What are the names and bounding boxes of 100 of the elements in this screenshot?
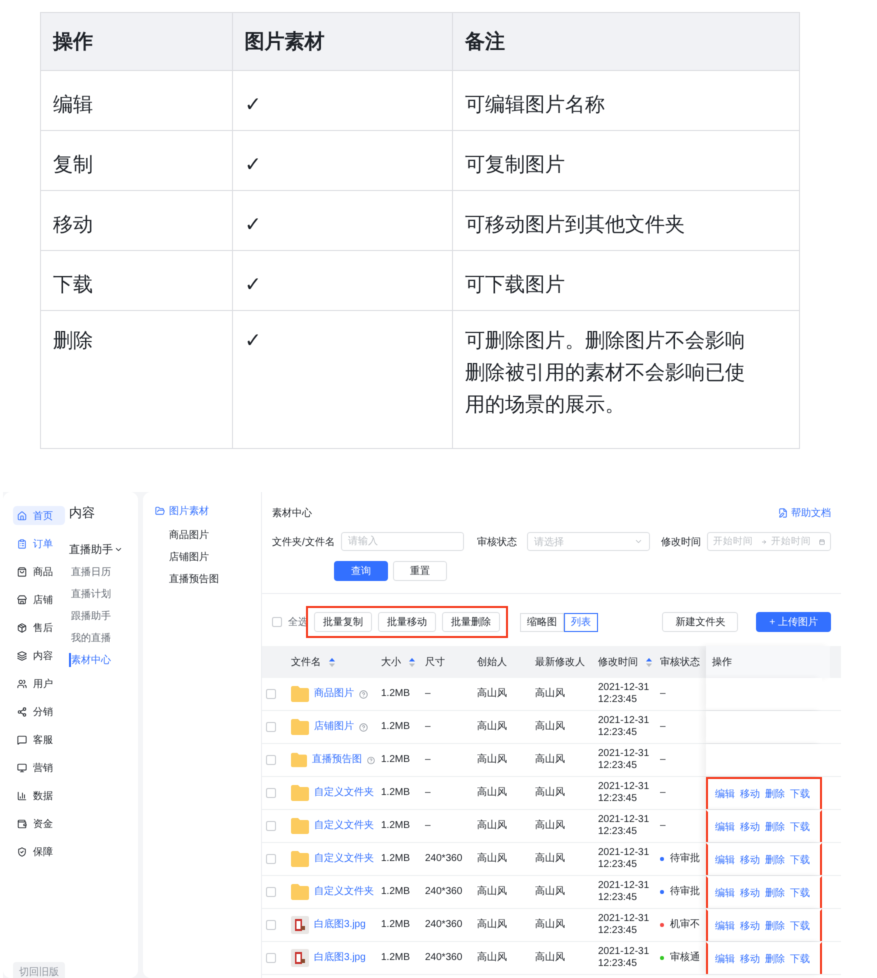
action-link[interactable]: 移动 (740, 919, 760, 933)
action-link[interactable]: 下载 (790, 853, 810, 867)
new-folder-button[interactable]: 新建文件夹 (662, 612, 738, 632)
nav-item[interactable]: 分销 (13, 702, 65, 721)
nav-item[interactable]: 直播计划 (69, 587, 123, 601)
nav-item[interactable]: 保障 (13, 842, 65, 861)
page-title: 素材中心 (272, 506, 312, 520)
checkbox[interactable] (266, 755, 276, 765)
nav-item[interactable]: 素材中心 (69, 653, 123, 667)
input-field[interactable]: 请输入 (340, 532, 464, 551)
nav-item[interactable]: 订单 (13, 534, 65, 553)
action-link[interactable]: 删除 (765, 787, 785, 801)
action-link[interactable]: 编辑 (715, 886, 735, 900)
action-link[interactable]: 下载 (790, 919, 810, 933)
nav-item[interactable]: 我的直播 (69, 631, 123, 645)
view-toggle[interactable]: 缩略图 (520, 612, 564, 632)
action-link[interactable]: 编辑 (715, 919, 735, 933)
action-link[interactable]: 编辑 (715, 952, 735, 966)
action-link[interactable]: 移动 (740, 886, 760, 900)
table-cell: 移动 (40, 190, 232, 250)
chevron-icon (114, 545, 123, 554)
checkbox[interactable] (266, 689, 276, 699)
column-header: 图片素材 (232, 12, 453, 70)
batch-button[interactable]: 批量删除 (442, 612, 500, 632)
nav-item[interactable]: 客服 (13, 730, 65, 749)
action-link[interactable]: 删除 (765, 952, 785, 966)
help-icon[interactable] (359, 722, 368, 732)
table-cell: 高山风 (535, 721, 565, 733)
file-name-link[interactable]: 商品图片 (314, 688, 354, 700)
table-cell: 高山风 (535, 952, 565, 964)
help-icon[interactable] (367, 756, 375, 764)
action-link[interactable]: 移动 (740, 853, 760, 867)
nav-item[interactable]: 跟播助手 (69, 609, 123, 623)
action-link[interactable]: 移动 (740, 787, 760, 801)
action-link[interactable]: 编辑 (715, 820, 735, 834)
file-name-link[interactable]: 店铺图片 (314, 721, 354, 733)
nav-item[interactable]: 资金 (13, 814, 65, 833)
switch-version-button[interactable]: 切回旧版 (13, 962, 65, 978)
nav-item[interactable]: 直播日历 (69, 565, 123, 579)
batch-button[interactable]: 批量复制 (314, 612, 372, 632)
nav-item[interactable]: 用户 (13, 674, 65, 693)
nav-group[interactable]: 直播助手 (69, 542, 123, 557)
batch-button[interactable]: 批量移动 (378, 612, 436, 632)
action-link[interactable]: 删除 (765, 886, 785, 900)
action-link[interactable]: 删除 (765, 820, 785, 834)
column-header[interactable]: 修改时间 (592, 646, 654, 678)
nav-item[interactable]: 商品 (13, 562, 65, 581)
nav-item[interactable]: 数据 (13, 786, 65, 805)
folder-item[interactable]: 店铺图片 (155, 550, 249, 564)
checkbox[interactable] (266, 854, 276, 864)
action-link[interactable]: 删除 (765, 853, 785, 867)
file-name-link[interactable]: 自定义文件夹 (314, 853, 374, 865)
file-name-link[interactable]: 白底图3.jpg (314, 952, 366, 964)
checkbox[interactable] (266, 722, 276, 732)
sort-icon[interactable] (646, 658, 652, 666)
action-link[interactable]: 下载 (790, 787, 810, 801)
action-link[interactable]: 删除 (765, 919, 785, 933)
column-header: 备注 (452, 12, 800, 70)
action-link[interactable]: 移动 (740, 820, 760, 834)
help-icon[interactable] (359, 690, 368, 698)
sort-icon[interactable] (409, 658, 415, 666)
action-link[interactable]: 下载 (790, 820, 810, 834)
folder-icon (291, 719, 309, 735)
sort-icon[interactable] (329, 658, 335, 666)
checkbox[interactable] (266, 887, 276, 897)
checkbox[interactable] (266, 953, 276, 963)
upload-button[interactable]: + 上传图片 (756, 612, 831, 632)
file-name-link[interactable]: 自定义文件夹 (314, 886, 374, 898)
search-button[interactable]: 查询 (334, 561, 388, 581)
column-header[interactable]: 文件名 (285, 646, 375, 678)
table-cell: 1.2MB (381, 853, 410, 865)
view-toggle[interactable]: 列表 (564, 612, 598, 632)
nav-item[interactable]: 店铺 (13, 590, 65, 609)
file-name-link[interactable]: 白底图3.jpg (314, 919, 366, 931)
checkbox[interactable] (266, 821, 276, 831)
nav-item[interactable]: 内容 (13, 646, 65, 665)
date-range-field[interactable]: 开始时间 开始时间 (707, 532, 831, 551)
checkbox[interactable] (272, 617, 282, 627)
action-link[interactable]: 编辑 (715, 787, 735, 801)
action-link[interactable]: 编辑 (715, 853, 735, 867)
folder-item[interactable]: 直播预告图 (155, 572, 249, 586)
table-cell: 1.2MB (381, 820, 410, 832)
file-name-link[interactable]: 直播预告图 (312, 754, 362, 766)
section-title: 内容 (69, 504, 96, 522)
action-link[interactable]: 下载 (790, 952, 810, 966)
nav-item[interactable]: 首页 (13, 506, 65, 525)
folder-nav-title[interactable]: 图片素材 (155, 504, 249, 518)
reset-button[interactable]: 重置 (393, 561, 447, 581)
action-link[interactable]: 下载 (790, 886, 810, 900)
checkbox[interactable] (266, 920, 276, 930)
column-header[interactable]: 大小 (375, 646, 419, 678)
table-cell: 1.2MB (381, 688, 410, 700)
file-name-link[interactable]: 自定义文件夹 (314, 787, 374, 799)
action-link[interactable]: 移动 (740, 952, 760, 966)
file-name-link[interactable]: 自定义文件夹 (314, 820, 374, 832)
folder-item[interactable]: 商品图片 (155, 528, 249, 542)
nav-item[interactable]: 营销 (13, 758, 65, 777)
nav-item[interactable]: 售后 (13, 618, 65, 637)
help-link[interactable]: 帮助文档 (778, 506, 831, 520)
checkbox[interactable] (266, 788, 276, 798)
